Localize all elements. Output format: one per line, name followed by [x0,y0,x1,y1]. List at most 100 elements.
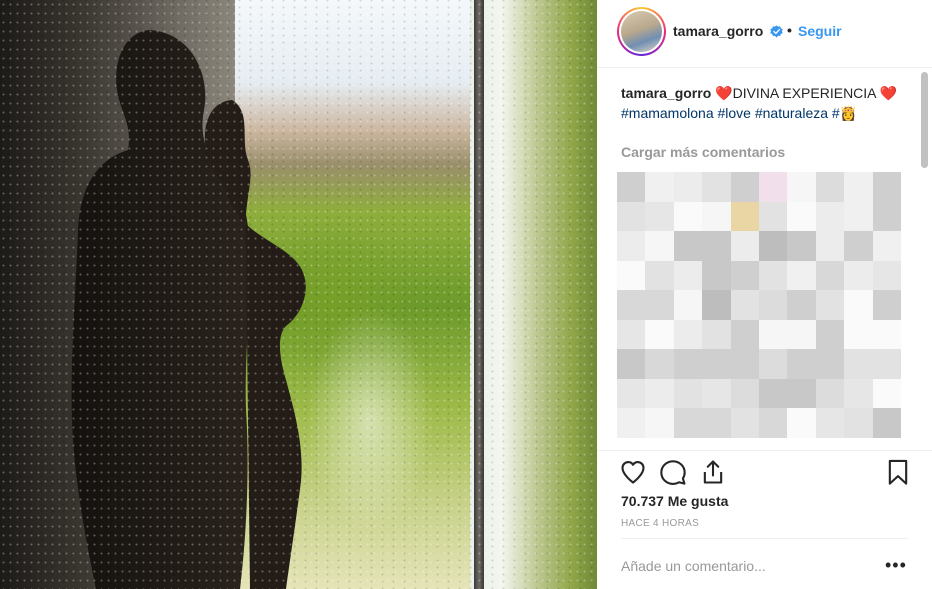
pixel-cell [673,172,703,202]
pixel-cell [815,172,845,202]
pixel-cell [815,260,845,291]
header-separator: • [787,22,792,38]
pixel-cell [645,408,674,438]
pixel-cell [673,231,703,261]
pixel-cell [702,290,731,320]
hashtag-crown[interactable]: #👸 [832,105,857,121]
pixel-cell [673,378,703,409]
pixel-cell [815,201,845,232]
pixel-cell [730,231,759,261]
load-more-comments-button[interactable]: Cargar más comentarios [621,144,785,160]
hashtag-mamamolona[interactable]: #mamamolona [621,105,714,121]
pixel-cell [787,349,816,379]
pixel-cell [702,172,731,202]
pixel-cell [673,319,703,350]
photo-water-drops [0,0,597,589]
post-photo[interactable] [0,0,597,589]
bookmark-icon[interactable] [884,458,912,486]
pixel-cell [815,378,845,409]
pixel-cell [787,290,816,320]
pixel-cell [673,408,703,438]
pixel-cell [815,408,845,438]
heart-icon[interactable] [619,458,647,486]
verified-badge-icon [770,25,783,38]
pixel-cell [844,378,873,409]
post-header: tamara_gorro • Seguir [597,0,932,68]
divider [597,450,932,451]
pixel-cell [702,319,731,350]
pixel-cell [730,349,759,379]
pixel-cell [617,231,646,261]
pixel-cell [844,201,873,232]
pixel-cell [844,349,873,379]
pixelated-comments-area [617,172,901,438]
pixel-cell [872,290,901,320]
pixel-cell [787,201,816,232]
comment-icon[interactable] [659,458,687,486]
more-options-button[interactable]: ••• [885,556,907,574]
pixel-cell [702,201,731,232]
pixel-cell [673,260,703,291]
pixel-cell [730,408,759,438]
pixel-cell [645,172,674,202]
pixel-cell [730,290,759,320]
hashtag-naturaleza[interactable]: #naturaleza [755,105,828,121]
pixel-cell [758,408,788,438]
pixel-cell [787,378,816,409]
pixel-cell [617,378,646,409]
pixel-cell [815,349,845,379]
pixel-cell [617,290,646,320]
pixel-cell [645,319,674,350]
caption-line: tamara_gorro ❤️DIVINA EXPERIENCIA ❤️ [621,84,911,102]
pixel-cell [872,201,901,232]
pixel-cell [702,378,731,409]
pixel-cell [844,172,873,202]
caption-text: ❤️DIVINA EXPERIENCIA ❤️ [715,85,898,101]
comment-input[interactable] [621,555,871,577]
pixel-cell [702,408,731,438]
pixel-cell [787,172,816,202]
pixel-cell [673,201,703,232]
pixel-cell [673,349,703,379]
pixel-cell [645,260,674,291]
pixel-cell [617,319,646,350]
pixel-cell [617,172,646,202]
pixel-cell [617,260,646,291]
pixel-cell [872,378,901,409]
pixel-cell [872,319,901,350]
pixel-cell [645,349,674,379]
caption: tamara_gorro ❤️DIVINA EXPERIENCIA ❤️ #ma… [621,84,911,122]
username[interactable]: tamara_gorro [673,23,763,39]
pixel-cell [872,260,901,291]
pixel-cell [702,231,731,261]
caption-hashtags: #mamamolona #love #naturaleza #👸 [621,104,911,122]
pixel-cell [617,349,646,379]
likes-count[interactable]: 70.737 Me gusta [621,493,728,509]
comments-scrollbar[interactable] [921,72,928,168]
pixel-cell [872,231,901,261]
pixel-cell [815,231,845,261]
pixel-cell [758,378,788,409]
divider [621,538,908,539]
post-timestamp[interactable]: HACE 4 HORAS [621,518,699,529]
pixel-cell [872,172,901,202]
post-side-panel: tamara_gorro • Seguir tamara_gorro ❤️DIV… [597,0,932,589]
pixel-cell [617,201,646,232]
pixel-cell [702,260,731,291]
follow-button[interactable]: Seguir [798,23,842,39]
hashtag-love[interactable]: #love [718,105,751,121]
pixel-cell [730,319,759,350]
share-icon[interactable] [699,458,727,486]
pixel-cell [730,260,759,291]
pixel-cell [844,290,873,320]
pixel-cell [730,172,759,202]
pixel-cell [758,201,788,232]
avatar-image [621,11,662,52]
pixel-cell [645,378,674,409]
pixel-cell [673,290,703,320]
pixel-cell [645,290,674,320]
pixel-cell [787,319,816,350]
caption-username[interactable]: tamara_gorro [621,85,711,101]
pixel-cell [844,260,873,291]
avatar[interactable] [617,7,666,56]
